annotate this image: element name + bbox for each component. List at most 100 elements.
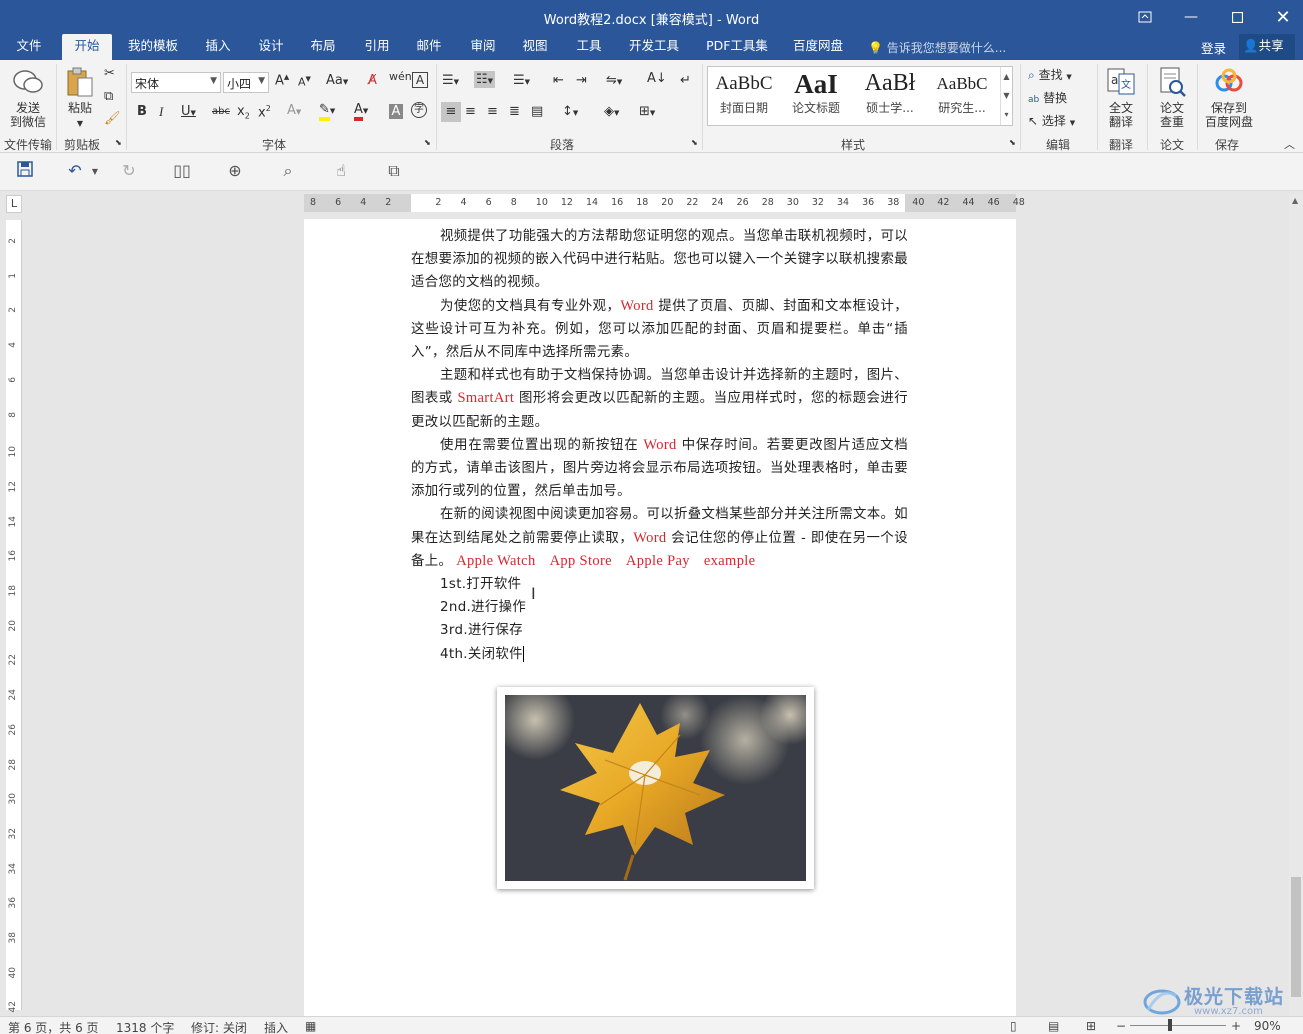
read-mode-view-icon[interactable]: ▯ [1010,1019,1017,1033]
paragraph-5[interactable]: 在新的阅读视图中阅读更加容易。可以折叠文档某些部分并关注所需文本。如果在达到结尾… [411,503,908,573]
collapse-ribbon-icon[interactable]: ︿ [1284,136,1295,152]
numbering-icon[interactable]: ☷▼ [474,71,496,88]
style-master-thesis[interactable]: AaBł 硕士学... [854,67,926,125]
phonetic-guide-icon[interactable]: wén [389,70,412,83]
tab-insert[interactable]: 插入 [196,34,240,60]
font-launcher-icon[interactable]: ⬊ [424,138,431,147]
vertical-ruler[interactable]: 2 1 2 4 6 8 10 12 14 16 18 20 22 24 26 28 30 32 34 36 38 40 42 [6,220,22,1013]
italic-icon[interactable]: I [159,104,163,120]
revision-status[interactable]: 修订: 关闭 [191,1019,247,1034]
style-paper-title[interactable]: AaI 论文标题 [780,67,852,125]
character-shading-icon[interactable]: A [389,104,403,119]
list-item[interactable]: 1st.打开软件 [411,573,908,596]
undo-dropdown-icon[interactable]: ▼ [84,167,106,176]
word-count[interactable]: 1318 个字 [116,1019,174,1034]
underline-icon[interactable]: U▼ [181,104,196,119]
scroll-up-icon[interactable]: ▲ [1292,196,1298,205]
share-button[interactable]: 👤共享 [1239,34,1295,60]
touch-mode-icon[interactable]: ☝ [330,161,352,180]
read-mode-icon[interactable]: ▯▯ [171,161,193,180]
strikethrough-icon[interactable]: abc [212,106,230,117]
tab-review[interactable]: 审阅 [462,34,504,60]
superscript-icon[interactable]: x2 [258,104,271,120]
tab-mailings[interactable]: 邮件 [408,34,450,60]
copy-icon[interactable]: ⧉ [104,89,113,104]
text-effects-icon[interactable]: A▼ [287,103,301,118]
format-painter-icon[interactable]: 🖌 [104,111,121,126]
paragraph-2[interactable]: 为使您的文档具有专业外观，Word 提供了页眉、页脚、封面和文本框设计，这些设计… [411,295,908,365]
page-count[interactable]: 第 6 页，共 6 页 [8,1019,99,1034]
list-item[interactable]: 2nd.进行操作 [411,596,908,619]
full-translate-button[interactable]: a 文 全文 翻译 [1103,66,1139,129]
align-left-icon[interactable]: ≡ [441,102,461,122]
borders-icon[interactable]: ⊞▼ [639,104,655,119]
undo-icon[interactable]: ↶ [64,161,86,180]
zoom-out-icon[interactable]: − [1116,1019,1126,1033]
tab-layout[interactable]: 布局 [302,34,344,60]
shrink-font-icon[interactable]: A▼ [298,75,311,89]
justify-icon[interactable]: ≣ [509,104,520,119]
customize-qat-icon[interactable]: ⧉ [383,161,405,181]
list-item[interactable]: 3rd.进行保存 [411,619,908,642]
change-case-icon[interactable]: Aa▼ [326,73,348,88]
line-spacing-icon[interactable]: ↕▼ [562,104,578,119]
enclose-characters-icon[interactable]: 字 [411,102,427,118]
increase-indent-icon[interactable]: ⇥ [576,73,587,88]
zoom-slider-thumb[interactable] [1168,1019,1172,1031]
select-button[interactable]: ↖ 选择 ▼ [1028,112,1075,129]
tab-my-templates[interactable]: 我的模板 [122,34,184,60]
shading-icon[interactable]: ◈▼ [604,104,619,119]
tab-tools[interactable]: 工具 [568,34,610,60]
replace-button[interactable]: ab 替换 [1028,89,1067,106]
list-item[interactable]: 4th.关闭软件 [411,643,908,666]
save-icon[interactable] [14,161,36,181]
highlight-color-icon[interactable]: ✎▼ [319,102,335,121]
grow-font-icon[interactable]: A▲ [275,73,289,88]
close-button[interactable]: ✕ [1260,0,1303,34]
font-name-combo[interactable]: 宋体 ▼ [131,72,221,93]
character-border-icon[interactable]: A [412,72,428,88]
scrollbar-thumb[interactable] [1291,877,1301,997]
paragraph-3[interactable]: 主题和样式也有助于文档保持协调。当您单击设计并选择新的主题时，图片、图表或 Sm… [411,364,908,434]
redo-icon[interactable]: ↻ [118,161,140,180]
bold-icon[interactable]: B [137,104,147,119]
styles-scroll[interactable]: ▲ ▼ ▾ [1000,67,1012,125]
insert-mode[interactable]: 插入 [264,1019,288,1034]
scroll-up-icon[interactable]: ▲ [1001,67,1012,86]
paper-check-button[interactable]: 论文 查重 [1152,66,1192,129]
paste-button[interactable]: 粘贴 ▼ [62,66,98,131]
font-size-combo[interactable]: 小四 ▼ [223,72,269,93]
style-cover-date[interactable]: AaBbC 封面日期 [708,67,780,125]
sort-icon[interactable]: A↓ [647,71,667,86]
paragraph-1[interactable]: 视频提供了功能强大的方法帮助您证明您的观点。当您单击联机视频时，可以在想要添加的… [411,225,908,295]
send-to-wechat-button[interactable]: 发送 到微信 [6,66,50,129]
inserted-picture[interactable] [497,687,814,889]
scroll-down-icon[interactable]: ▼ [1001,86,1012,105]
macro-icon[interactable]: ▦ [305,1019,316,1033]
document-body[interactable]: 视频提供了功能强大的方法帮助您证明您的观点。当您单击联机视频时，可以在想要添加的… [411,225,908,666]
tab-selector[interactable]: L [6,195,22,213]
login-link[interactable]: 登录 [1201,38,1226,57]
tab-view[interactable]: 视图 [514,34,556,60]
distributed-icon[interactable]: ▤ [531,104,543,119]
align-center-icon[interactable]: ≡ [465,104,476,119]
bullets-icon[interactable]: ☰▼ [442,73,459,88]
font-color-icon[interactable]: A▼ [354,102,368,121]
tab-design[interactable]: 设计 [250,34,292,60]
paragraph-launcher-icon[interactable]: ⬊ [691,138,698,147]
paragraph-4[interactable]: 使用在需要位置出现的新按钮在 Word 中保存时间。若要更改图片适应文档的方式，… [411,434,908,504]
subscript-icon[interactable]: x2 [237,104,250,121]
document-page[interactable]: 视频提供了功能强大的方法帮助您证明您的观点。当您单击联机视频时，可以在想要添加的… [304,219,1016,1019]
clear-formatting-icon[interactable]: A̸ [368,73,377,88]
maximize-button[interactable] [1214,0,1260,34]
vertical-scrollbar[interactable]: ▲ [1289,194,1303,1016]
cut-icon[interactable]: ✂ [104,66,115,81]
tab-references[interactable]: 引用 [356,34,398,60]
tab-home[interactable]: 开始 [62,34,112,60]
save-to-baidu-button[interactable]: 保存到 百度网盘 [1202,66,1256,129]
clipboard-launcher-icon[interactable]: ⬊ [115,138,122,147]
print-preview-icon[interactable]: ⌕ [277,161,299,181]
style-postgrad[interactable]: AaBbC 研究生... [926,67,998,125]
web-layout-icon[interactable]: ⊕ [224,161,246,180]
decrease-indent-icon[interactable]: ⇤ [553,73,564,88]
